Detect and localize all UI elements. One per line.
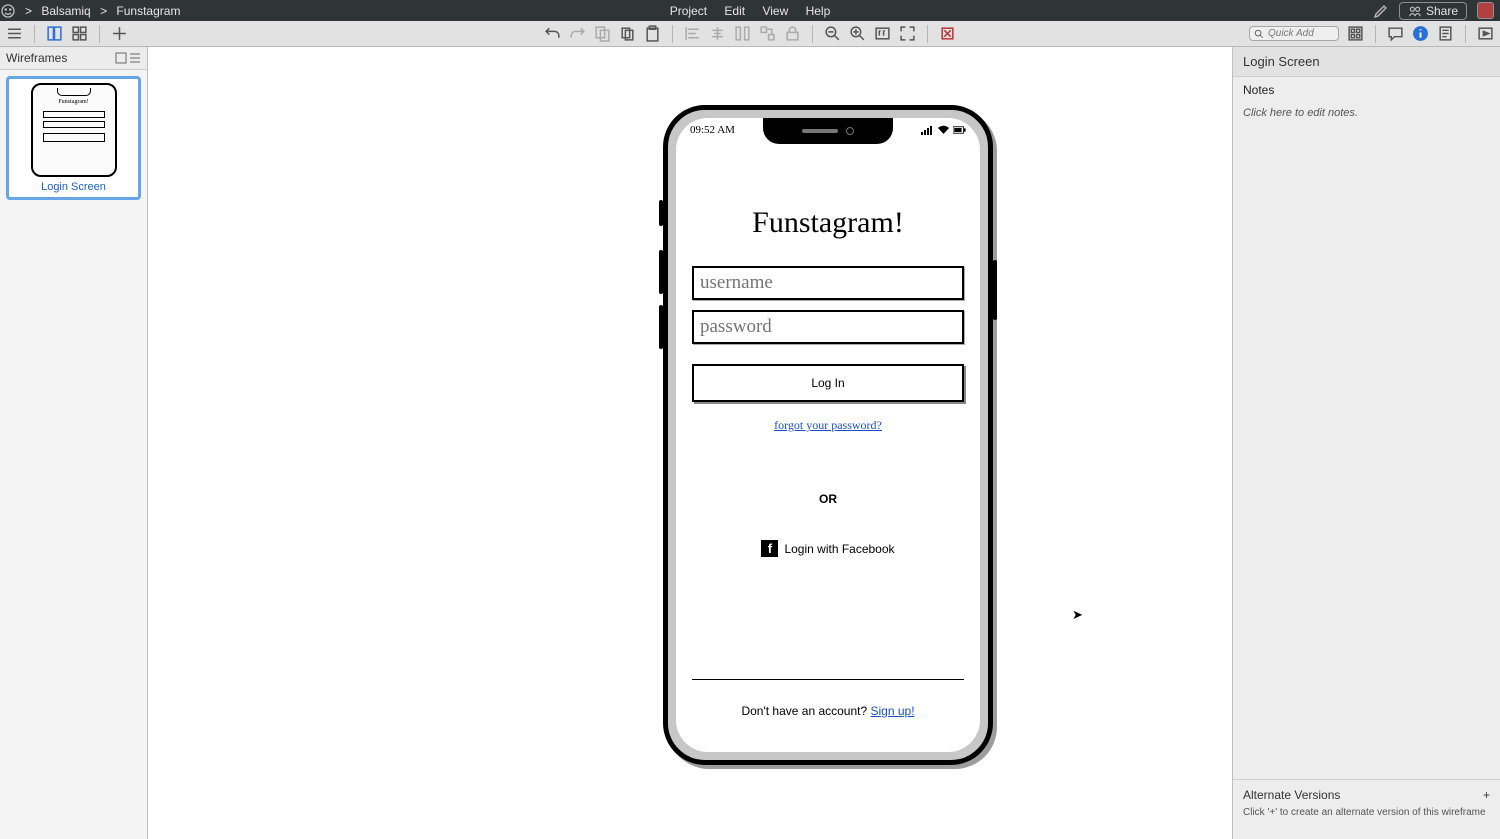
login-button[interactable]: Log In (692, 364, 964, 402)
or-separator: OR (692, 492, 964, 506)
lock-icon[interactable] (784, 25, 801, 42)
wireframe-thumb-label: Login Screen (13, 181, 134, 193)
app-title[interactable]: Funstagram! (692, 206, 964, 240)
phone-side-button (659, 305, 663, 349)
username-input[interactable] (692, 266, 964, 300)
copy-icon[interactable] (594, 25, 611, 42)
pencil-icon[interactable] (1373, 3, 1389, 19)
facebook-login-row[interactable]: f Login with Facebook (692, 540, 964, 557)
list-mode-icon[interactable] (129, 52, 141, 64)
info-icon[interactable] (1412, 25, 1429, 42)
clipboard-icon[interactable] (644, 25, 661, 42)
menu-project[interactable]: Project (670, 4, 707, 18)
crumb-sep: > (100, 4, 107, 18)
wireframe-thumb[interactable]: Funstagram! Login Screen (6, 76, 141, 200)
present-icon[interactable] (1477, 25, 1494, 42)
crumb-root[interactable]: Balsamiq (41, 4, 90, 18)
thumbnail-view-icon[interactable] (46, 25, 63, 42)
phone-status-bar: 09:52 AM (676, 124, 980, 136)
wireframe-thumb-preview: Funstagram! (31, 83, 117, 177)
menu-icon[interactable] (6, 25, 23, 42)
group-icon[interactable] (759, 25, 776, 42)
workspace: Wireframes Funstagram! Login Screen (0, 47, 1500, 839)
delete-icon[interactable] (939, 25, 956, 42)
notes-heading: Notes (1233, 77, 1500, 103)
bottom-separator (692, 679, 964, 680)
password-input[interactable] (692, 310, 964, 344)
no-account-label: Don't have an account? (741, 704, 870, 718)
add-icon[interactable] (111, 25, 128, 42)
battery-icon (953, 125, 966, 135)
user-avatar[interactable] (1477, 2, 1494, 19)
align-left-icon[interactable] (684, 25, 701, 42)
facebook-icon: f (761, 540, 778, 557)
duplicate-icon[interactable] (619, 25, 636, 42)
top-bar: > Balsamiq > Funstagram Project Edit Vie… (0, 0, 1500, 21)
wireframe-panel-title: Wireframes (6, 51, 67, 65)
wifi-icon (937, 125, 950, 135)
grid-view-icon[interactable] (71, 25, 88, 42)
signup-link[interactable]: Sign up! (871, 704, 915, 718)
divider (1375, 25, 1376, 43)
zoom-actual-icon[interactable] (874, 25, 891, 42)
divider (34, 25, 35, 43)
crumb-sep: > (25, 4, 32, 18)
quick-add-placeholder: Quick Add (1268, 28, 1314, 39)
signup-row: Don't have an account? Sign up! (676, 704, 980, 718)
phone-mockup[interactable]: 09:52 AM Funstagram! Log In forgot your … (663, 105, 993, 765)
cursor-icon: ➤ (1072, 607, 1083, 623)
canvas[interactable]: 09:52 AM Funstagram! Log In forgot your … (148, 47, 1232, 839)
comments-icon[interactable] (1387, 25, 1404, 42)
zoom-fit-icon[interactable] (899, 25, 916, 42)
alt-versions-hint: Click '+' to create an alternate version… (1243, 806, 1490, 819)
share-label: Share (1426, 4, 1458, 18)
divider (99, 25, 100, 43)
menu-edit[interactable]: Edit (724, 4, 745, 18)
notes-body[interactable]: Click here to edit notes. (1233, 103, 1500, 123)
status-time: 09:52 AM (690, 124, 735, 136)
forgot-password-link[interactable]: forgot your password? (774, 418, 882, 432)
thumb-mode-icon[interactable] (115, 52, 127, 64)
phone-side-button (659, 250, 663, 294)
inspector-panel: Login Screen Notes Click here to edit no… (1232, 47, 1500, 839)
library-icon[interactable] (1347, 25, 1364, 42)
divider (927, 25, 928, 43)
phone-side-button (993, 260, 997, 320)
quick-add-input[interactable]: Quick Add (1249, 26, 1339, 41)
main-menu: Project Edit View Help (663, 4, 838, 18)
menu-view[interactable]: View (762, 4, 788, 18)
signal-icon (921, 125, 934, 135)
zoom-out-icon[interactable] (824, 25, 841, 42)
zoom-in-icon[interactable] (849, 25, 866, 42)
wireframe-panel-header: Wireframes (0, 47, 147, 70)
align-center-icon[interactable] (709, 25, 726, 42)
inspector-title: Login Screen (1233, 47, 1500, 77)
alt-versions-heading: Alternate Versions (1243, 788, 1340, 802)
breadcrumb[interactable]: > Balsamiq > Funstagram (22, 4, 183, 18)
facebook-login-label: Login with Facebook (784, 542, 894, 556)
share-button[interactable]: Share (1399, 2, 1467, 20)
divider (1465, 25, 1466, 43)
undo-icon[interactable] (544, 25, 561, 42)
app-logo-icon[interactable] (0, 3, 22, 19)
menu-help[interactable]: Help (806, 4, 831, 18)
add-alt-version-button[interactable]: + (1483, 788, 1490, 802)
divider (672, 25, 673, 43)
mini-title: Funstagram! (33, 99, 115, 105)
redo-icon[interactable] (569, 25, 586, 42)
crumb-project[interactable]: Funstagram (116, 4, 180, 18)
alternate-versions-section: Alternate Versions + Click '+' to create… (1233, 779, 1500, 839)
notes-icon[interactable] (1437, 25, 1454, 42)
phone-side-button (659, 200, 663, 226)
toolbar: Quick Add (0, 21, 1500, 47)
align-distribute-icon[interactable] (734, 25, 751, 42)
wireframe-panel: Wireframes Funstagram! Login Screen (0, 47, 148, 839)
divider (812, 25, 813, 43)
